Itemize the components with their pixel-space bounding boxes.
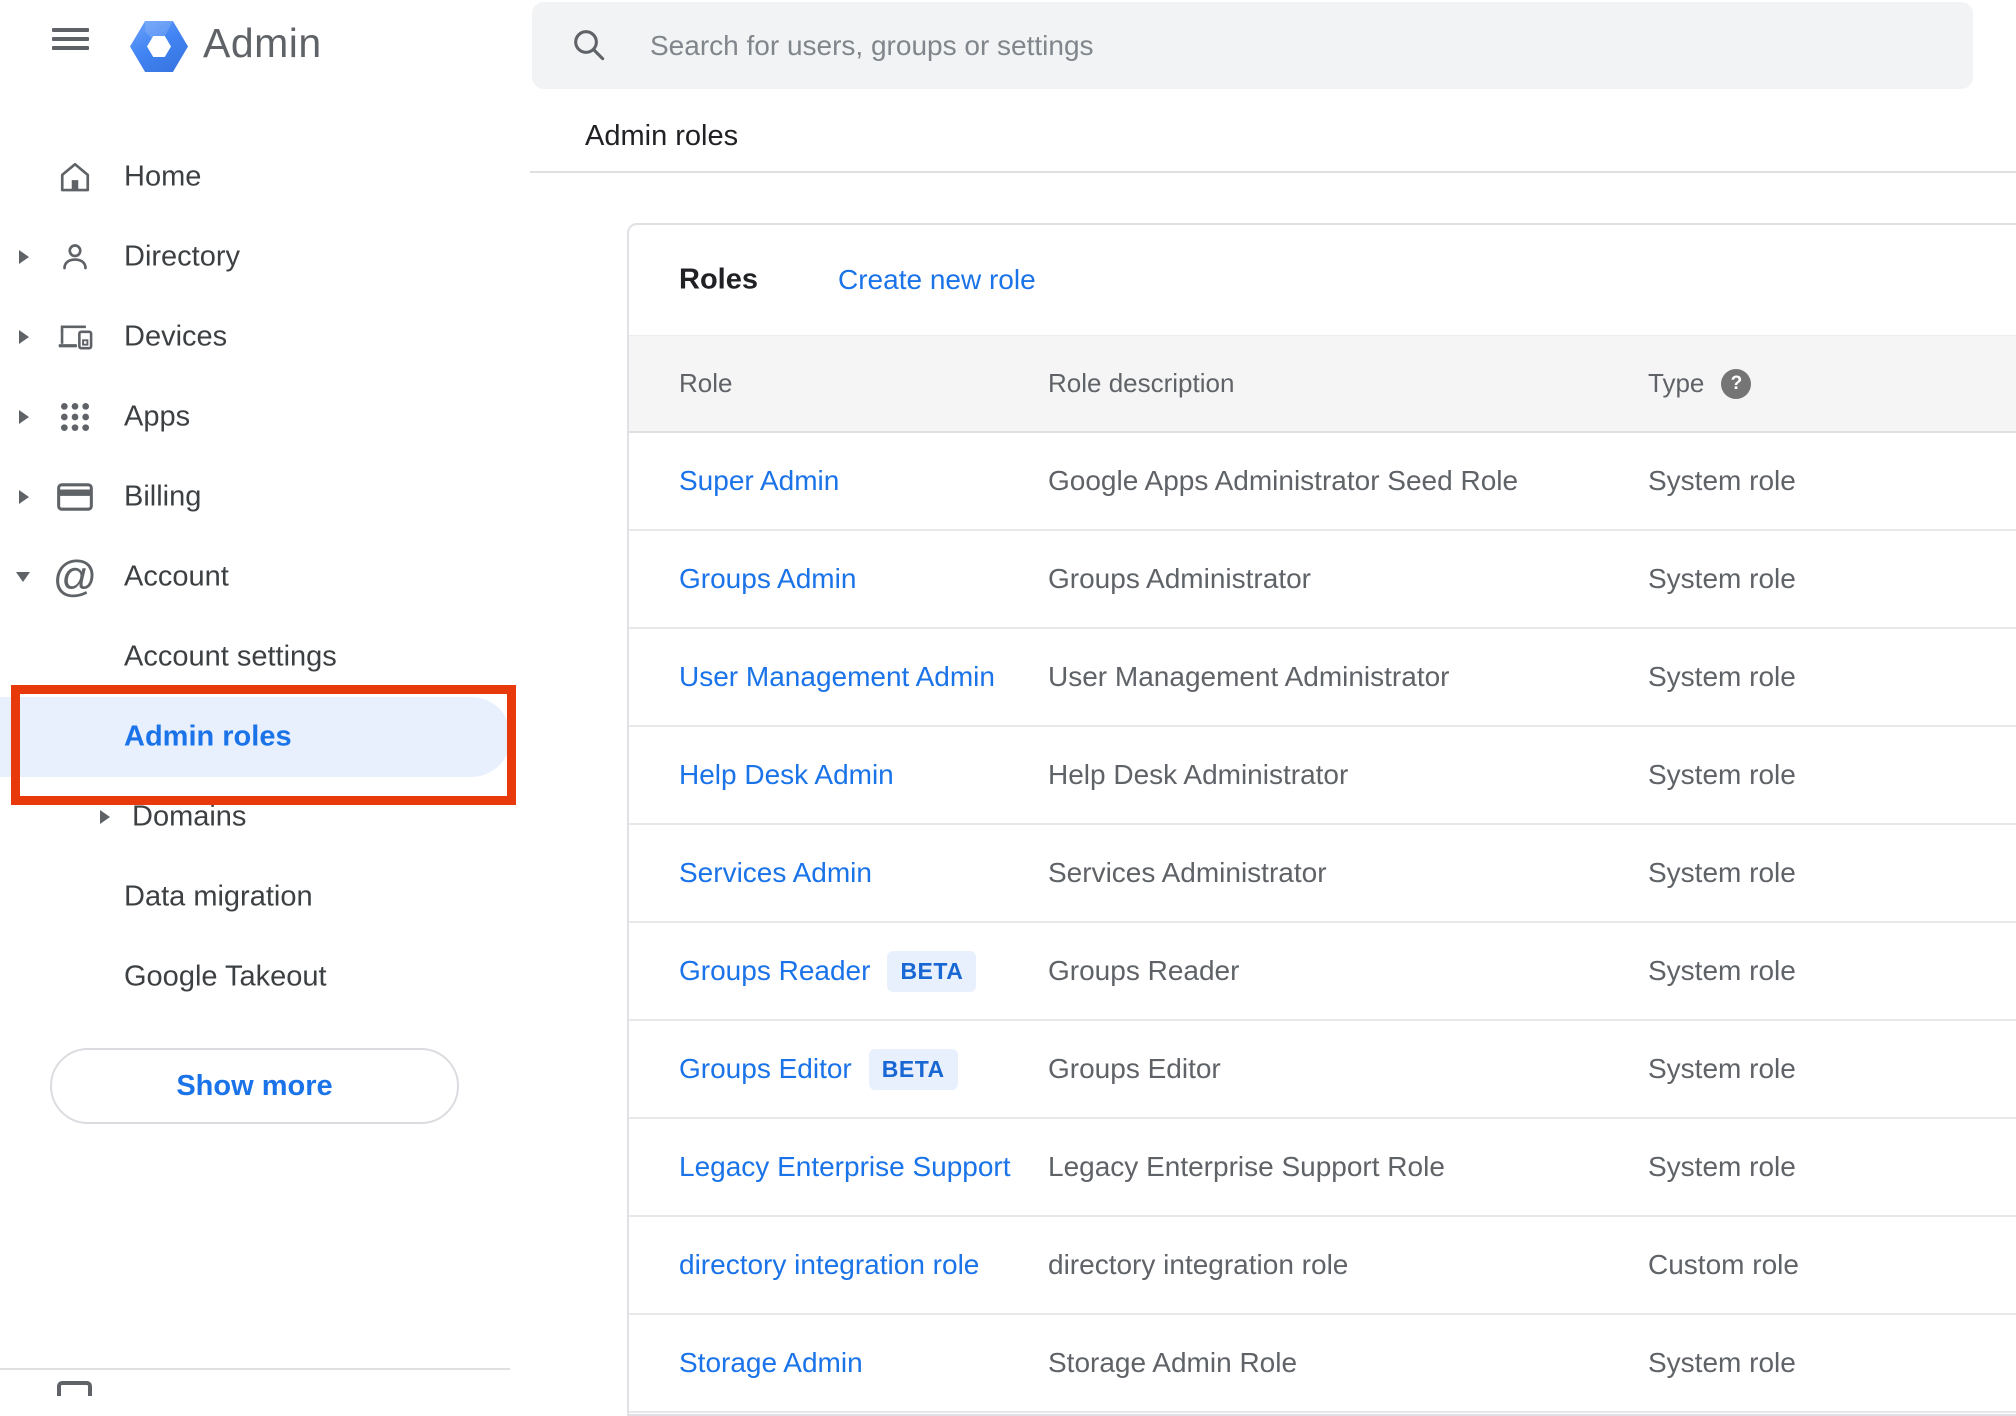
role-link[interactable]: Groups Editor: [679, 1053, 852, 1085]
role-type: System role: [1648, 1151, 1796, 1182]
role-link[interactable]: Groups Admin: [679, 563, 856, 595]
page-title: Admin roles: [585, 120, 739, 152]
role-type: System role: [1648, 1053, 1796, 1084]
at-icon: @: [52, 552, 98, 601]
sidebar-divider: [0, 1368, 510, 1370]
role-link[interactable]: Groups Reader: [679, 955, 870, 987]
role-type: System role: [1648, 1347, 1796, 1378]
sidebar-item-domains[interactable]: Domains: [0, 777, 530, 857]
role-description: Google Apps Administrator Seed Role: [1048, 465, 1519, 496]
search-input[interactable]: [532, 2, 1973, 89]
table-header-row: Role Role description Type ?: [629, 335, 2016, 433]
beta-badge: BETA: [868, 1048, 958, 1090]
expand-right-icon[interactable]: [19, 410, 29, 424]
clipped-bottom-icon: [57, 1381, 92, 1396]
roles-table-body: Super Admin Google Apps Administrator Se…: [629, 433, 2016, 1413]
table-row: Legacy Enterprise Support Legacy Enterpr…: [629, 1119, 2016, 1217]
table-row: Help Desk Admin Help Desk Administrator …: [629, 727, 2016, 825]
table-row: Groups Editor BETA Groups Editor System …: [629, 1021, 2016, 1119]
menu-icon[interactable]: [52, 28, 89, 51]
role-description: Groups Editor: [1048, 1053, 1221, 1084]
role-description: Storage Admin Role: [1048, 1347, 1298, 1378]
sidebar-item-home[interactable]: Home: [0, 137, 530, 217]
column-header-role-description: Role description: [1048, 368, 1235, 398]
expand-right-icon[interactable]: [19, 250, 29, 264]
devices-icon: [57, 319, 93, 355]
role-link[interactable]: directory integration role: [679, 1249, 979, 1281]
role-link[interactable]: Help Desk Admin: [679, 759, 894, 791]
credit-card-icon: [57, 479, 93, 515]
header-divider: [530, 171, 2016, 173]
sidebar-item-data-migration[interactable]: Data migration: [0, 857, 530, 937]
sidebar-item-devices[interactable]: Devices: [0, 297, 530, 377]
role-description: Groups Administrator: [1048, 563, 1311, 594]
role-description: User Management Administrator: [1048, 661, 1450, 692]
sidebar-nav: Home Directory Devices Apps Billing @ Ac…: [0, 137, 530, 1017]
role-link[interactable]: Services Admin: [679, 857, 872, 889]
table-row: Services Admin Services Administrator Sy…: [629, 825, 2016, 923]
sidebar-item-google-takeout[interactable]: Google Takeout: [0, 937, 530, 1017]
show-more-button[interactable]: Show more: [50, 1048, 459, 1124]
sidebar-item-account-settings[interactable]: Account settings: [0, 617, 530, 697]
role-type: System role: [1648, 465, 1796, 496]
sidebar-item-admin-roles[interactable]: Admin roles: [0, 697, 511, 777]
role-description: Legacy Enterprise Support Role: [1048, 1151, 1445, 1182]
expand-right-icon[interactable]: [19, 330, 29, 344]
sidebar-header: Admin: [0, 0, 530, 100]
roles-card-header: Roles Create new role: [629, 225, 2016, 335]
role-description: Help Desk Administrator: [1048, 759, 1349, 790]
search-bar: [532, 2, 1973, 89]
collapse-down-icon[interactable]: [16, 572, 30, 582]
sidebar: Admin Home Directory Devices Apps Billin…: [0, 0, 530, 1396]
main-content: Admin roles Roles Create new role Role R…: [530, 0, 2016, 1416]
create-new-role-link[interactable]: Create new role: [838, 264, 1036, 296]
admin-logo-icon[interactable]: [130, 21, 188, 72]
role-link[interactable]: User Management Admin: [679, 661, 995, 693]
apps-grid-icon: [57, 399, 93, 435]
sidebar-item-apps[interactable]: Apps: [0, 377, 530, 457]
roles-card: Roles Create new role Role Role descript…: [627, 223, 2016, 1416]
role-description: Groups Reader: [1048, 955, 1240, 986]
column-header-role: Role: [679, 368, 733, 398]
expand-right-icon[interactable]: [19, 490, 29, 504]
beta-badge: BETA: [887, 950, 977, 992]
role-type: System role: [1648, 759, 1796, 790]
help-icon[interactable]: ?: [1721, 368, 1752, 399]
table-row: User Management Admin User Management Ad…: [629, 629, 2016, 727]
person-icon: [57, 239, 93, 275]
table-row: directory integration role directory int…: [629, 1217, 2016, 1315]
role-link[interactable]: Storage Admin: [679, 1347, 863, 1379]
sidebar-item-directory[interactable]: Directory: [0, 217, 530, 297]
table-row: Groups Reader BETA Groups Reader System …: [629, 923, 2016, 1021]
role-type: System role: [1648, 661, 1796, 692]
role-link[interactable]: Super Admin: [679, 465, 839, 497]
roles-title: Roles: [679, 263, 758, 296]
expand-right-icon[interactable]: [100, 810, 110, 824]
role-type: System role: [1648, 857, 1796, 888]
role-description: Services Administrator: [1048, 857, 1327, 888]
role-type: System role: [1648, 955, 1796, 986]
table-row: Storage Admin Storage Admin Role System …: [629, 1315, 2016, 1413]
app-title: Admin: [203, 20, 322, 66]
sidebar-item-account[interactable]: @ Account: [0, 537, 530, 617]
role-type: System role: [1648, 563, 1796, 594]
table-row: Super Admin Google Apps Administrator Se…: [629, 433, 2016, 531]
column-header-type: Type ?: [1648, 368, 2016, 399]
role-type: Custom role: [1648, 1249, 1799, 1280]
role-description: directory integration role: [1048, 1249, 1349, 1280]
sidebar-item-billing[interactable]: Billing: [0, 457, 530, 537]
google-admin-console: { "sidebar": { "app_title": "Admin", "na…: [0, 0, 2016, 1416]
role-link[interactable]: Legacy Enterprise Support: [679, 1151, 1011, 1183]
home-icon: [57, 159, 93, 195]
table-row: Groups Admin Groups Administrator System…: [629, 531, 2016, 629]
